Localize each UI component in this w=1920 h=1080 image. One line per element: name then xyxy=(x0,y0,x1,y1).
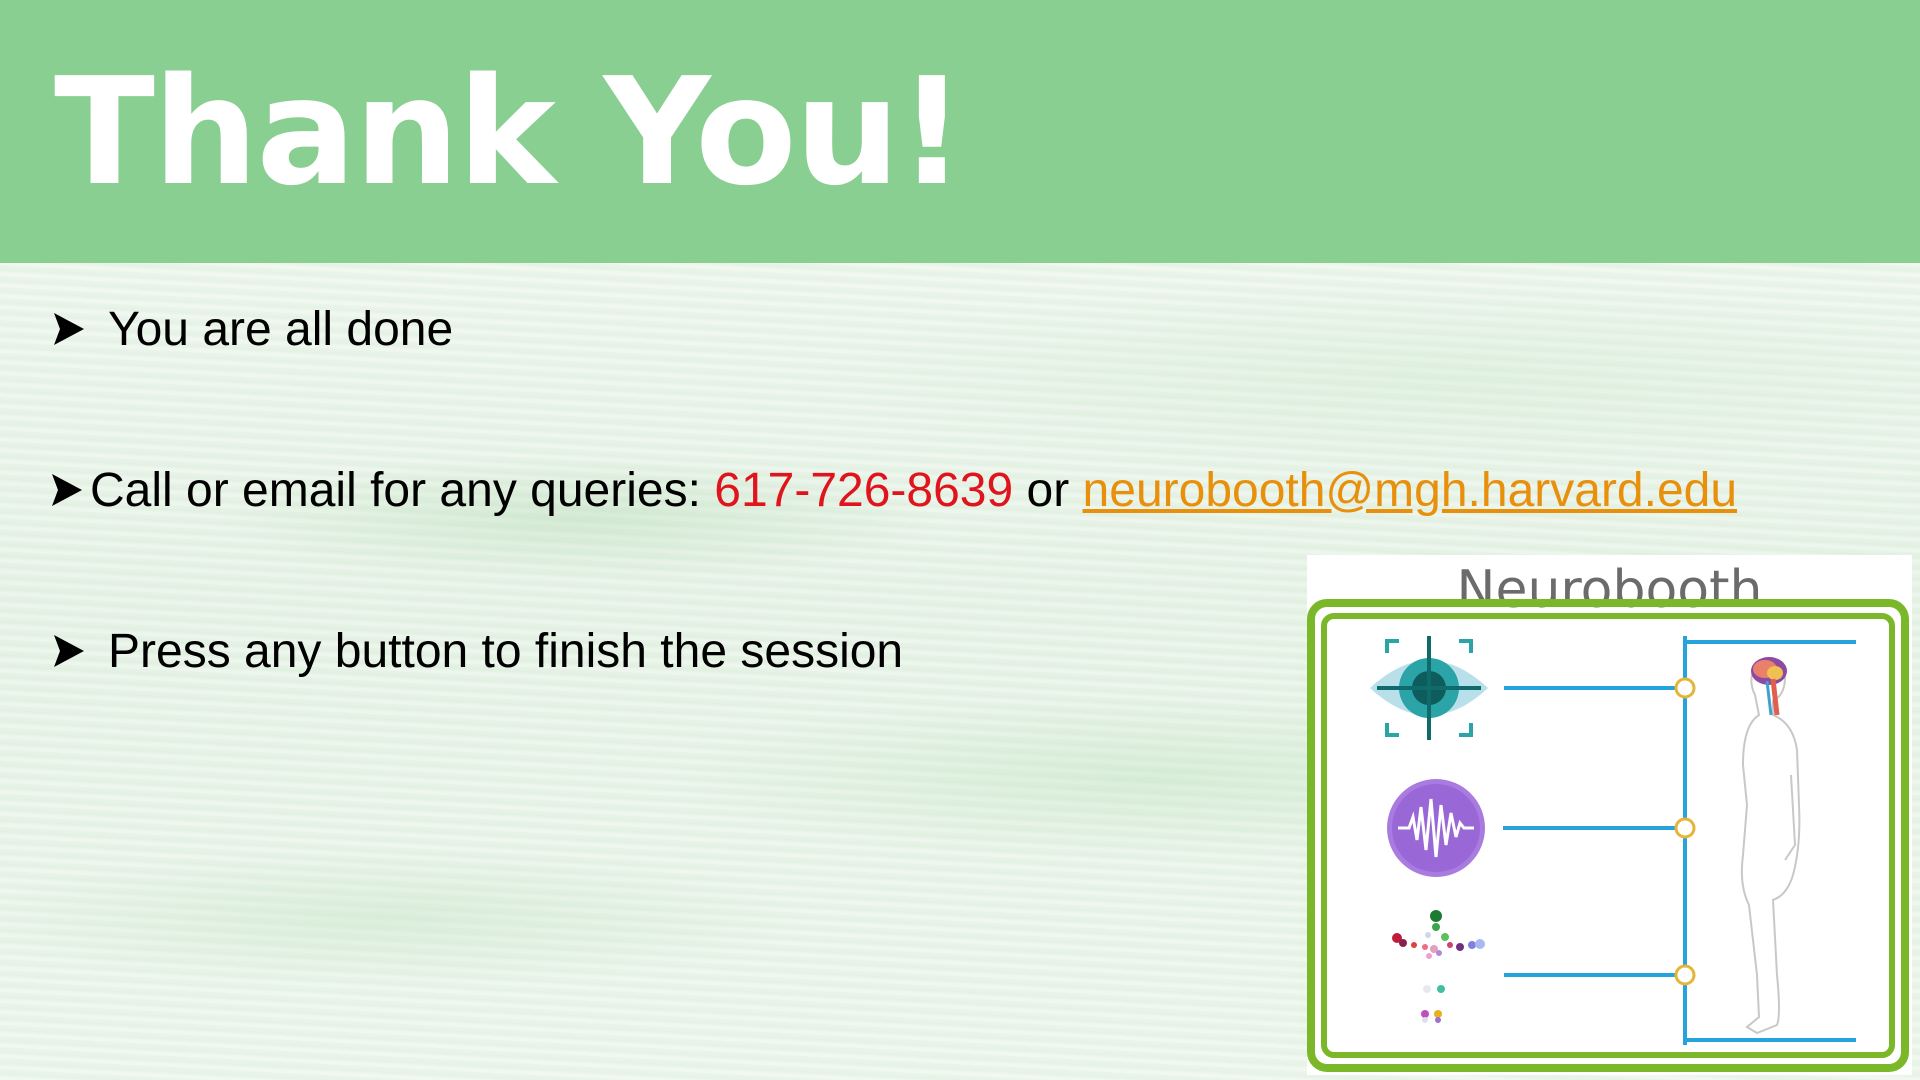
contact-joiner: or xyxy=(1013,464,1083,517)
email-link[interactable]: neurobooth@mgh.harvard.edu xyxy=(1083,464,1738,517)
contact-prefix: Call or email for any queries: xyxy=(90,464,715,517)
arrow-bullet-icon xyxy=(52,474,82,506)
title-banner: Thank You! xyxy=(0,0,1920,263)
bullet-item-contact: Call or email for any queries: 617-726-8… xyxy=(50,461,1737,521)
arrow-bullet-icon xyxy=(54,313,84,345)
bullet-text: You are all done xyxy=(108,303,454,356)
arrow-bullet-icon xyxy=(54,635,84,667)
motion-capture-markers-icon xyxy=(1392,910,1485,1023)
audio-waveform-icon xyxy=(1387,779,1485,877)
eye-tracking-icon xyxy=(1370,636,1488,740)
slide-title: Thank You! xyxy=(54,46,966,218)
phone-number[interactable]: 617-726-8639 xyxy=(714,464,1013,517)
bullet-item-finish: Press any button to finish the session xyxy=(50,622,903,682)
neurobooth-logo: Neurobooth xyxy=(1307,555,1912,1075)
bullet-item-done: You are all done xyxy=(50,300,453,360)
neurobooth-diagram xyxy=(1307,599,1909,1072)
bullet-text: Press any button to finish the session xyxy=(108,625,904,678)
